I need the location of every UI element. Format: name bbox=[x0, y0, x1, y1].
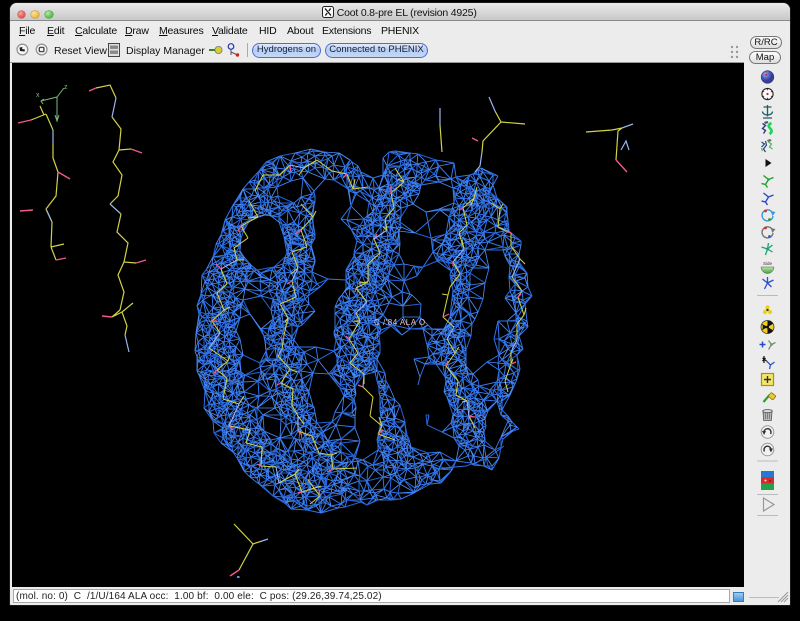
svg-text:z: z bbox=[64, 84, 68, 91]
svg-text:x: x bbox=[36, 92, 40, 99]
svg-text:Side: Side bbox=[763, 261, 773, 266]
svg-text:C /'84 ALA O: C /'84 ALA O bbox=[374, 318, 426, 327]
